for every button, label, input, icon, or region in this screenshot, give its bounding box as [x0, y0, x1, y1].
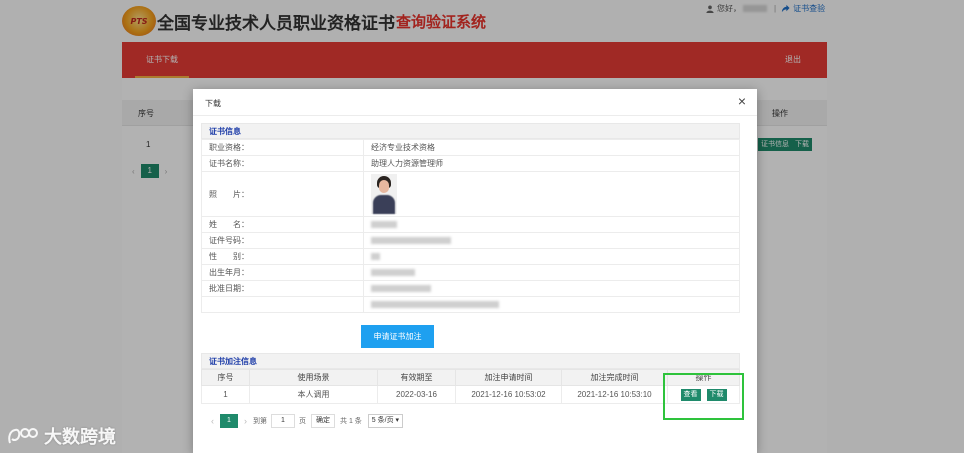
chevron-down-icon: ▾ — [395, 417, 400, 424]
page-size-value: 5 条/页 — [371, 417, 394, 424]
cell-done-time: 2021-12-16 10:53:10 — [561, 385, 668, 404]
page-size-select[interactable]: 5 条/页 ▾ — [367, 414, 404, 428]
info-value-redacted — [363, 296, 740, 313]
download-modal: 下载 × 证书信息 职业资格： 经济专业技术资格 证书名称： 助理人力资源管理师… — [193, 89, 757, 453]
highlight-box — [663, 373, 744, 420]
info-label: 出生年月： — [201, 264, 364, 281]
annotation-header-row: 序号 使用场景 有效期至 加注申请时间 加注完成时间 操作 — [201, 369, 740, 386]
info-row-cert-name: 证书名称： 助理人力资源管理师 — [201, 155, 740, 172]
cell-index: 1 — [201, 385, 250, 404]
info-value — [363, 171, 740, 217]
col-done-time: 加注完成时间 — [561, 369, 668, 386]
info-row-id: 证件号码： — [201, 232, 740, 249]
current-page[interactable]: 1 — [220, 414, 238, 428]
info-row-photo: 照 片： — [201, 171, 740, 217]
info-value: 助理人力资源管理师 — [363, 155, 740, 172]
info-row-gender: 性 别： — [201, 248, 740, 265]
info-label — [201, 296, 364, 313]
cell-scene: 本人调用 — [249, 385, 378, 404]
info-value: 经济专业技术资格 — [363, 139, 740, 156]
holder-photo — [371, 174, 397, 214]
info-label: 照 片： — [201, 171, 364, 217]
watermark-text: 大数跨境 — [44, 427, 116, 447]
col-index: 序号 — [201, 369, 250, 386]
info-row-approve-date: 批准日期： — [201, 280, 740, 297]
close-icon[interactable]: × — [738, 94, 746, 108]
info-label: 姓 名： — [201, 216, 364, 233]
annotation-table: 序号 使用场景 有效期至 加注申请时间 加注完成时间 操作 1 本人调用 202… — [201, 369, 740, 404]
col-apply-time: 加注申请时间 — [455, 369, 562, 386]
info-label: 性 别： — [201, 248, 364, 265]
info-row-birth: 出生年月： — [201, 264, 740, 281]
info-label: 批准日期： — [201, 280, 364, 297]
info-row-qualification: 职业资格： 经济专业技术资格 — [201, 139, 740, 156]
info-label: 证件号码： — [201, 232, 364, 249]
next-page-icon[interactable]: › — [244, 416, 247, 426]
info-value-redacted — [363, 248, 740, 265]
modal-header: 下载 × — [193, 89, 757, 116]
info-value-redacted — [363, 232, 740, 249]
annotation-section: 证书加注信息 序号 使用场景 有效期至 加注申请时间 加注完成时间 操作 1 本… — [201, 353, 740, 404]
modal-title: 下载 — [205, 99, 221, 108]
goto-page-input[interactable]: 1 — [271, 414, 295, 428]
info-row-issuer — [201, 296, 740, 313]
cert-info-table: 职业资格： 经济专业技术资格 证书名称： 助理人力资源管理师 照 片： 姓 名： — [201, 139, 740, 313]
cell-apply-time: 2021-12-16 10:53:02 — [455, 385, 562, 404]
watermark: 大数跨境 — [6, 423, 116, 449]
cell-valid-until: 2022-03-16 — [377, 385, 456, 404]
prev-page-icon[interactable]: ‹ — [211, 416, 214, 426]
annotation-title: 证书加注信息 — [201, 353, 740, 369]
watermark-logo-icon — [8, 428, 38, 444]
cert-info-title: 证书信息 — [201, 123, 740, 139]
info-label: 职业资格： — [201, 139, 364, 156]
cert-info-section: 证书信息 职业资格： 经济专业技术资格 证书名称： 助理人力资源管理师 照 片：… — [201, 123, 740, 313]
info-value-redacted — [363, 264, 740, 281]
info-value-redacted — [363, 216, 740, 233]
info-label: 证书名称： — [201, 155, 364, 172]
table-row: 1 本人调用 2022-03-16 2021-12-16 10:53:02 20… — [201, 385, 740, 404]
info-row-name: 姓 名： — [201, 216, 740, 233]
goto-confirm-button[interactable]: 确定 — [311, 414, 335, 428]
col-valid-until: 有效期至 — [377, 369, 456, 386]
total-count: 共 1 条 — [340, 418, 362, 425]
info-value-redacted — [363, 280, 740, 297]
col-scene: 使用场景 — [249, 369, 378, 386]
page-unit: 页 — [299, 418, 306, 425]
pagination: ‹ 1 › 到第 1 页 确定 共 1 条 5 条/页 ▾ — [205, 414, 404, 428]
goto-label: 到第 — [253, 418, 267, 425]
apply-annotation-button[interactable]: 申请证书加注 — [361, 325, 434, 348]
